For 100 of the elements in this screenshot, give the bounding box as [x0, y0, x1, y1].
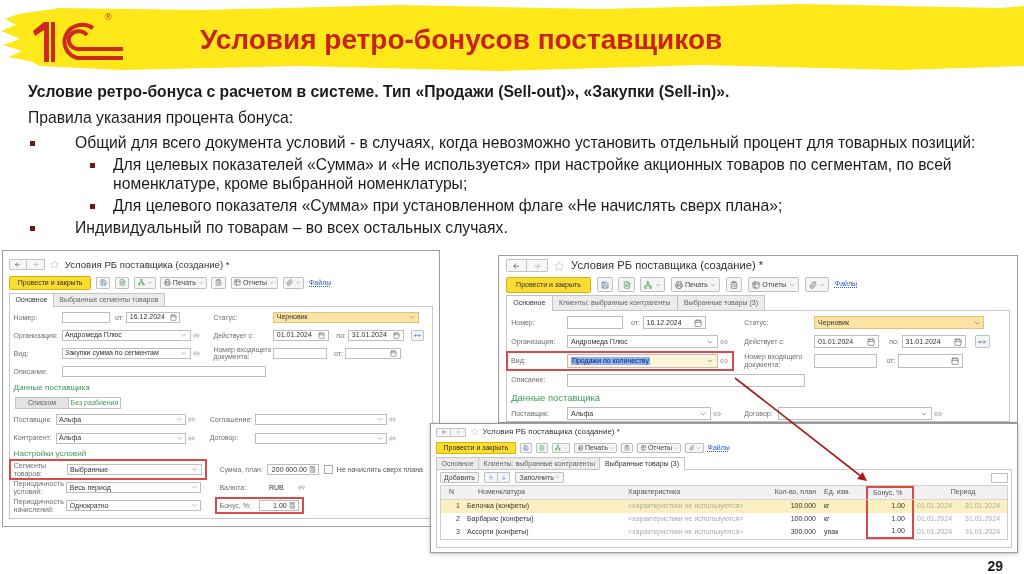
chevron-down-icon: [175, 434, 183, 442]
toolbar-button[interactable]: [618, 277, 635, 292]
arrow-right-icon: [455, 429, 461, 435]
bullet-icon: [90, 163, 95, 168]
period-button[interactable]: [974, 335, 990, 349]
toolbar-button[interactable]: [685, 442, 704, 454]
clipboard-icon: [624, 445, 631, 451]
input-field[interactable]: [61, 365, 266, 378]
calculator-icon: [308, 466, 316, 474]
chevron-down-icon: [562, 445, 568, 451]
printer-icon: [674, 280, 683, 289]
link-icon[interactable]: [720, 337, 729, 346]
link-icon[interactable]: [187, 416, 195, 424]
bullet-text: Общий для всего документа условий - в случаях, когда невозможно установить отдельный процент для товарных позиций:: [75, 133, 976, 152]
period-button[interactable]: [410, 329, 424, 342]
link-icon[interactable]: [187, 434, 195, 442]
forward-button[interactable]: [27, 259, 45, 271]
subtitle: Условие ретро-бонуса с расчетом в системе. Тип «Продажи (Sell-out)», «Закупки (Sell-in)».: [28, 82, 731, 102]
calendar-icon: [318, 331, 326, 339]
network-icon: [644, 280, 653, 289]
toolbar-button[interactable]: [640, 277, 666, 292]
calendar-icon: [393, 331, 401, 339]
network-icon: [555, 445, 562, 451]
star-icon[interactable]: [50, 260, 60, 270]
toolbar-button[interactable]: [804, 277, 830, 292]
chevron-down-icon: [146, 280, 152, 286]
link-icon[interactable]: [388, 416, 396, 424]
dropdown-field[interactable]: [254, 432, 387, 444]
link-icon[interactable]: [934, 409, 943, 418]
paperclip-icon: [688, 445, 695, 451]
table-icon: [640, 445, 647, 451]
save-button[interactable]: [519, 442, 532, 454]
document-icon: [118, 279, 126, 287]
input-field[interactable]: [273, 347, 328, 360]
link-icon[interactable]: [720, 357, 729, 366]
chevron-down-icon: [191, 466, 199, 474]
forward-button[interactable]: [451, 427, 466, 437]
chevron-down-icon: [555, 475, 560, 480]
back-button[interactable]: [436, 427, 451, 437]
bullet-icon: [90, 204, 95, 209]
arrow-down-icon: [500, 474, 507, 481]
chevron-down-icon: [673, 445, 679, 451]
double-arrow-icon: [413, 331, 421, 339]
toolbar-button[interactable]: [535, 442, 549, 454]
back-button[interactable]: [9, 259, 27, 271]
arrow-left-icon: [440, 429, 447, 435]
chevron-down-icon: [609, 445, 614, 451]
toolbar-button[interactable]: [211, 276, 226, 290]
chevron-down-icon: [191, 502, 198, 510]
page-title: Условия ретро-бонусов поставщиков: [200, 24, 723, 56]
search-field[interactable]: [990, 472, 1008, 483]
move-up-button[interactable]: [483, 471, 498, 484]
toolbar-button[interactable]: [552, 442, 571, 454]
input-field[interactable]: [567, 373, 806, 387]
dropdown-field[interactable]: [254, 413, 387, 426]
input-field[interactable]: [61, 311, 110, 324]
save-button[interactable]: [96, 276, 111, 290]
bullet-text: Для целевых показателей «Сумма» и «Не используется» при настройке акционных товаров по сегментам, по всей номенклатуре, кроме выбранной номенклатуры;: [113, 155, 953, 193]
toolbar-button[interactable]: [726, 277, 743, 292]
window-title: Условия РБ поставщика (создание) *: [571, 258, 764, 274]
chevron-down-icon: [709, 281, 717, 288]
document-icon: [622, 280, 631, 289]
checkbox[interactable]: [324, 465, 334, 475]
registered-mark: ®: [105, 12, 112, 22]
chevron-down-icon: [180, 331, 188, 339]
chevron-down-icon: [408, 313, 416, 321]
chevron-down-icon: [180, 349, 188, 357]
network-icon: [137, 279, 145, 287]
toolbar-button[interactable]: [134, 276, 156, 290]
save-icon: [600, 280, 609, 289]
chevron-down-icon: [695, 445, 701, 451]
star-icon[interactable]: [470, 428, 478, 436]
back-button[interactable]: [506, 259, 527, 273]
calendar-icon: [866, 337, 875, 346]
link-icon[interactable]: [713, 409, 722, 418]
link-icon[interactable]: [192, 349, 200, 357]
star-icon[interactable]: [554, 260, 565, 272]
save-button[interactable]: [596, 277, 613, 292]
chevron-down-icon: [175, 416, 183, 424]
arrow-right-icon: [532, 261, 542, 270]
arrow-up-icon: [487, 474, 494, 481]
bullet-text: Для целевого показателя «Сумма» при установленном флаге «Не начислять сверх плана»;: [113, 196, 784, 215]
input-field[interactable]: [814, 354, 878, 368]
dropdown-field[interactable]: [777, 407, 932, 421]
input-field[interactable]: [567, 315, 624, 330]
intro-text: Правила указания процента бонуса:: [28, 108, 295, 128]
toolbar-button[interactable]: [282, 276, 305, 290]
date-field[interactable]: [345, 347, 401, 360]
link-icon[interactable]: [298, 484, 305, 492]
toolbar-button[interactable]: [115, 276, 130, 290]
clipboard-icon: [215, 279, 223, 287]
date-field[interactable]: [898, 354, 963, 368]
link-icon[interactable]: [388, 434, 396, 442]
toolbar-button[interactable]: [621, 442, 634, 454]
paperclip-icon: [286, 279, 294, 287]
clipboard-icon: [730, 280, 739, 289]
printer-icon: [164, 279, 172, 287]
chevron-down-icon: [376, 434, 384, 442]
forward-button[interactable]: [527, 259, 548, 273]
link-icon[interactable]: [192, 331, 200, 339]
